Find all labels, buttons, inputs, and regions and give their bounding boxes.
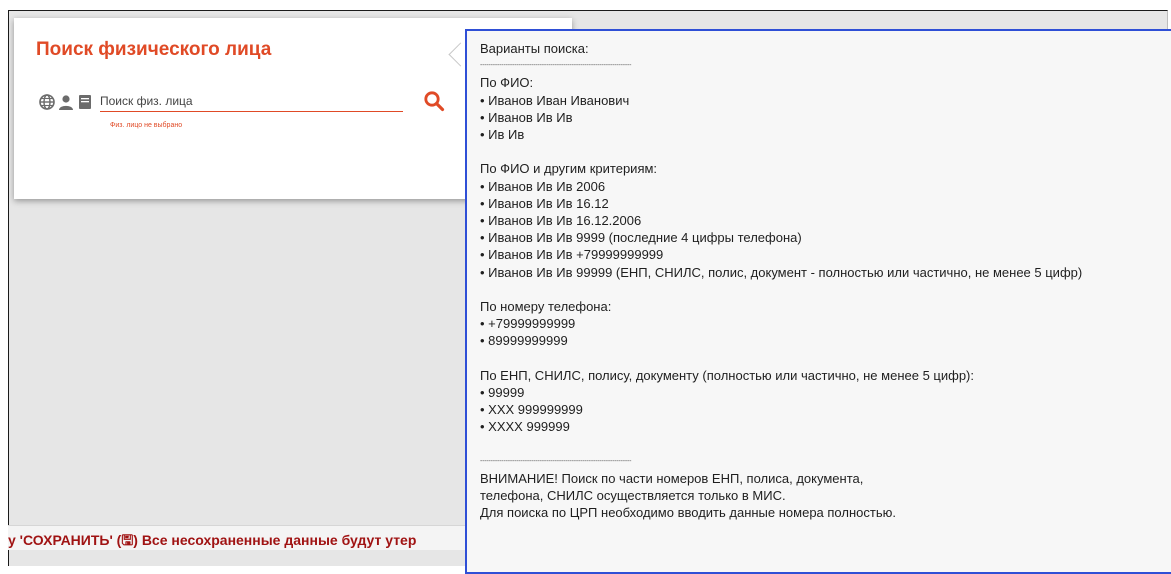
tooltip-line [480,436,1171,453]
globe-icon[interactable] [38,93,56,111]
tooltip-line: • 89999999999 [480,333,568,349]
card-title: Поиск физического лица [36,39,272,60]
tooltip-line: По номеру телефона: [480,299,612,315]
tooltip-line: • Ив Ив [480,127,525,143]
tooltip-line: • Иванов Ив Ив +79999999999 [480,247,664,263]
tooltip-line: • Иванов Иван Иванович [480,92,630,108]
tooltip-line: По ФИО и другим критериям: [480,161,658,177]
card-icon[interactable] [76,93,94,111]
search-mode-icons [38,91,95,113]
tooltip-line: • 99999 [480,385,525,401]
search-hint: Физ. лицо не выбрано [110,122,183,129]
tooltip-line: телефона, СНИЛС осуществляется только в … [480,488,786,504]
tooltip-line: • Иванов Ив Ив [480,109,573,125]
tooltip-line: • +79999999999 [480,316,576,332]
search-help-tooltip: Варианты поиска: ------------------------… [465,29,1171,574]
tooltip-line [480,143,1171,160]
tooltip-line: • Иванов Ив Ив 2006 [480,178,606,194]
unsaved-warning-bar: у 'СОХРАНИТЬ' (🖫) Все несохраненные данн… [8,525,478,550]
person-icon[interactable] [57,93,75,111]
tooltip-line: • XXXX 999999 [480,419,570,435]
search-icon[interactable] [423,90,445,112]
tooltip-line [480,350,1171,367]
tooltip-line: • Иванов Ив Ив 16.12.2006 [480,213,642,229]
tooltip-separator: ----------------------------------------… [480,457,632,465]
unsaved-warning-text: у 'СОХРАНИТЬ' (🖫) Все несохраненные данн… [8,532,417,548]
tooltip-line: По ФИО: [480,75,534,91]
tooltip-line: • XXX 999999999 [480,402,583,418]
tooltip-line: ВНИМАНИЕ! Поиск по части номеров ЕНП, по… [480,471,864,487]
tooltip-line: • Иванов Ив Ив 9999 (последние 4 цифры т… [480,230,802,246]
tooltip-line: • Иванов Ив Ив 99999 (ЕНП, СНИЛС, полис,… [480,264,1083,280]
tooltip-separator: ----------------------------------------… [480,62,632,70]
person-search-input[interactable] [100,92,403,112]
tooltip-line: Для поиска по ЦРП необходимо вводить дан… [480,505,896,521]
tooltip-line [480,281,1171,298]
tooltip-line: • Иванов Ив Ив 16.12 [480,195,609,211]
tooltip-line: Варианты поиска: [480,41,589,56]
tooltip-line: По ЕНП, СНИЛС, полису, документу (полнос… [480,367,974,383]
